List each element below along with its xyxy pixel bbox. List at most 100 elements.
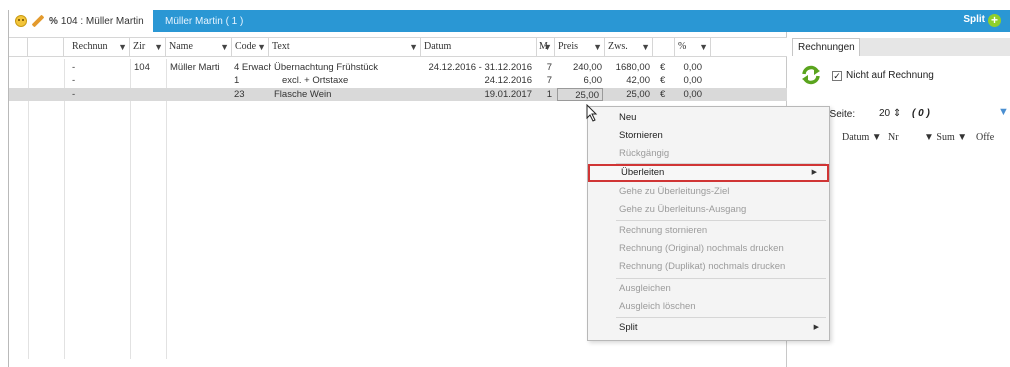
header-code[interactable]: Code ▼ bbox=[232, 38, 269, 56]
menu-separator bbox=[616, 220, 826, 221]
cell-datum: 19.01.2017 bbox=[484, 89, 532, 100]
cell-text: Übernachtung Frühstück bbox=[274, 62, 379, 73]
filter-icon[interactable]: ▼ bbox=[543, 42, 552, 52]
menu-item-original-drucken[interactable]: Rechnung (Original) nochmals drucken bbox=[588, 240, 829, 258]
header-blank bbox=[9, 38, 28, 56]
cell-menge: 7 bbox=[546, 62, 552, 73]
tab-guest-104[interactable]: % 104 : Müller Martin bbox=[9, 10, 153, 32]
header-offen[interactable]: Offe bbox=[976, 132, 994, 143]
cell-menge: 1 bbox=[546, 89, 552, 100]
cell-zimmer bbox=[131, 88, 165, 101]
submenu-arrow-icon: ▶ bbox=[811, 169, 817, 176]
header-datum[interactable]: Datum ▼ bbox=[842, 132, 882, 143]
cell-name bbox=[167, 88, 231, 101]
header-name[interactable]: Name ▼ bbox=[166, 38, 232, 56]
invoice-count: ( 0 ) bbox=[912, 108, 930, 119]
cell-text: excl. + Ortstaxe bbox=[282, 75, 349, 86]
header-text[interactable]: Text ▼ bbox=[269, 38, 421, 56]
menu-item-gehe-ausgang[interactable]: Gehe zu Überleituns-Ausgang bbox=[588, 201, 829, 219]
column-line bbox=[130, 59, 131, 359]
cell-datum: 24.12.2016 - 31.12.2016 bbox=[428, 62, 532, 73]
header-rechnung[interactable]: Rechnun ▼ bbox=[64, 38, 130, 56]
cell-name bbox=[167, 74, 231, 87]
menu-item-ueberleiten[interactable]: Überleiten ▶ bbox=[588, 164, 829, 182]
cell-code: 1 bbox=[234, 75, 240, 86]
percent-icon[interactable]: % bbox=[49, 16, 58, 27]
menu-separator bbox=[616, 278, 826, 279]
header-sum[interactable]: ▼ Sum ▼ bbox=[924, 132, 967, 143]
filter-icon[interactable]: ▼ bbox=[699, 42, 708, 52]
tab-rechnungen[interactable]: Rechnungen bbox=[792, 38, 860, 56]
menu-item-ausgleich-loeschen[interactable]: Ausgleich löschen bbox=[588, 298, 829, 316]
menu-item-gehe-ziel[interactable]: Gehe zu Überleitungs-Ziel bbox=[588, 183, 829, 201]
cell-zimmer: 104 bbox=[134, 62, 150, 73]
filter-icon[interactable]: ▼ bbox=[257, 42, 266, 52]
header-nr[interactable]: Nr bbox=[888, 132, 899, 143]
column-line bbox=[64, 59, 65, 359]
cell-name: Müller Marti bbox=[170, 62, 220, 73]
cell-preis-focused[interactable]: 25,00 bbox=[557, 88, 603, 101]
menu-item-label: Überleiten bbox=[621, 167, 665, 178]
filter-icon[interactable]: ▼ bbox=[118, 42, 127, 52]
header-zimmer[interactable]: Zir ▼ bbox=[130, 38, 166, 56]
header-zws[interactable]: Zws. ▼ bbox=[605, 38, 653, 56]
menu-item-split[interactable]: Split ▶ bbox=[588, 319, 829, 337]
plus-icon[interactable]: + bbox=[988, 14, 1001, 27]
menu-item-ausgleichen[interactable]: Ausgleichen bbox=[588, 280, 829, 298]
split-label[interactable]: Split bbox=[963, 14, 985, 25]
tab-mueller-martin[interactable]: Müller Martin ( 1 ) bbox=[155, 10, 253, 32]
filter-icon[interactable]: ▼ bbox=[220, 42, 229, 52]
tab-bar: % 104 : Müller Martin Müller Martin ( 1 … bbox=[9, 10, 1010, 32]
menu-item-rechnung-stornieren[interactable]: Rechnung stornieren bbox=[588, 222, 829, 240]
header-menge[interactable]: M ▼ bbox=[537, 38, 555, 56]
per-page-stepper[interactable]: 20 ⇕ bbox=[878, 107, 908, 121]
column-line bbox=[166, 59, 167, 359]
cell-code: 4 Erwach bbox=[234, 62, 271, 73]
app-frame: % 104 : Müller Martin Müller Martin ( 1 … bbox=[8, 10, 1010, 367]
menu-item-rueckgaengig[interactable]: Rückgängig bbox=[588, 145, 829, 163]
cell-currency: € bbox=[660, 75, 666, 86]
cell-currency: € bbox=[660, 89, 666, 100]
table-row[interactable]: - 104 Müller Marti 4 Erwach Übernachtung… bbox=[9, 61, 787, 74]
tab-title: 104 : Müller Martin bbox=[60, 15, 144, 27]
header-blank-2 bbox=[28, 38, 64, 56]
submenu-arrow-icon: ▶ bbox=[813, 324, 819, 331]
menu-item-duplikat-drucken[interactable]: Rechnung (Duplikat) nochmals drucken bbox=[588, 258, 829, 276]
header-preis[interactable]: Preis ▼ bbox=[555, 38, 605, 56]
context-menu: Neu Stornieren Rückgängig Überleiten ▶ G… bbox=[587, 106, 830, 341]
menu-item-neu[interactable]: Neu bbox=[588, 109, 829, 127]
grid-header: Rechnun ▼ Zir ▼ Name ▼ Code ▼ Text ▼ Datum M ▼… bbox=[9, 37, 787, 57]
filter-icon[interactable]: ▼ bbox=[641, 42, 650, 52]
cell-preis: 240,00 bbox=[572, 62, 602, 73]
filter-icon[interactable]: ▼ bbox=[593, 42, 602, 52]
cell-rechnung: - bbox=[72, 62, 76, 73]
table-row[interactable]: - 1 excl. + Ortstaxe 24.12.2016 7 6,00 4… bbox=[9, 74, 787, 87]
column-line bbox=[28, 59, 29, 359]
menu-item-stornieren[interactable]: Stornieren bbox=[588, 127, 829, 145]
nicht-auf-rechnung-label: Nicht auf Rechnung bbox=[846, 70, 934, 81]
table-row-selected[interactable]: - 23 Flasche Wein 19.01.2017 1 25,00 25,… bbox=[9, 88, 787, 101]
filter-icon[interactable]: ▼ bbox=[409, 42, 418, 52]
header-percent[interactable]: % ▼ bbox=[675, 38, 711, 56]
mouse-cursor-icon bbox=[586, 104, 598, 122]
per-page-value: 20 bbox=[879, 108, 891, 119]
cell-rechnung: - bbox=[72, 89, 76, 100]
cell-menge: 7 bbox=[546, 75, 552, 86]
header-datum[interactable]: Datum bbox=[421, 38, 537, 56]
cell-percent: 0,00 bbox=[683, 62, 703, 73]
filter-icon[interactable]: ▼ bbox=[154, 42, 163, 52]
cell-zws: 1680,00 bbox=[615, 62, 650, 73]
refresh-icon[interactable] bbox=[800, 64, 822, 86]
filter-icon[interactable]: ▼ bbox=[998, 106, 1009, 118]
menu-item-label: Split bbox=[619, 322, 638, 333]
cell-datum: 24.12.2016 bbox=[484, 75, 532, 86]
cell-zws: 25,00 bbox=[626, 89, 650, 100]
cell-zimmer bbox=[131, 74, 165, 87]
checkbox-icon[interactable]: ✓ bbox=[832, 71, 842, 81]
cell-currency: € bbox=[660, 62, 666, 73]
cell-percent: 0,00 bbox=[683, 89, 703, 100]
menu-separator bbox=[616, 317, 826, 318]
cell-preis: 6,00 bbox=[583, 75, 603, 86]
pencil-icon[interactable] bbox=[31, 14, 45, 28]
cell-text: Flasche Wein bbox=[274, 89, 332, 100]
